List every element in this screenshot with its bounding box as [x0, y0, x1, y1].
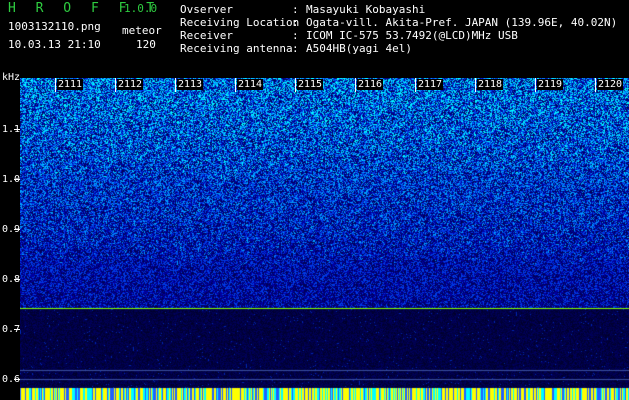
time-tick [115, 78, 116, 92]
time-label: 2115 [297, 79, 324, 90]
time-tick [175, 78, 176, 92]
meta-colon: : [292, 16, 299, 29]
meta-key: Receiving antenna [180, 42, 293, 55]
meta-colon: : [292, 42, 299, 55]
meta-value: Ogata-vill. Akita-Pref. JAPAN (139.96E, … [306, 16, 618, 29]
observation-mode: meteor [122, 24, 162, 37]
time-label: 2111 [57, 79, 84, 90]
meta-row-receiver: Receiver: ICOM IC-575 53.7492(@LCD)MHz US… [180, 29, 518, 43]
observation-datetime: 10.03.13 21:10 [8, 38, 101, 51]
time-tick [55, 78, 56, 92]
spectrogram [20, 78, 629, 400]
meta-key: Receiving Location [180, 16, 300, 29]
file-name: 1003132110.png [8, 20, 101, 33]
meta-value: ICOM IC-575 53.7492(@LCD)MHz USB [306, 29, 518, 42]
time-label: 2118 [477, 79, 504, 90]
meta-row-location: Receiving Location: Ogata-vill. Akita-Pre… [180, 16, 617, 30]
time-tick [295, 78, 296, 92]
time-label: 2120 [597, 79, 624, 90]
meta-row-antenna: Receiving antenna: A504HB(yagi 4el) [180, 42, 412, 56]
time-tick [415, 78, 416, 92]
time-tick [475, 78, 476, 92]
meta-value: A504HB(yagi 4el) [306, 42, 412, 55]
time-label: 2116 [357, 79, 384, 90]
time-label: 2114 [237, 79, 264, 90]
meta-key: Ovserver [180, 3, 233, 16]
time-label: 2113 [177, 79, 204, 90]
time-tick [355, 78, 356, 92]
meta-value: Masayuki Kobayashi [306, 3, 426, 16]
time-tick [235, 78, 236, 92]
time-label: 2119 [537, 79, 564, 90]
meta-colon: : [292, 3, 299, 16]
time-tick [535, 78, 536, 92]
time-label: 2117 [417, 79, 444, 90]
meta-row-observer: Ovserver: Masayuki Kobayashi [180, 3, 425, 17]
meta-key: Receiver [180, 29, 233, 42]
meteor-count: 120 [136, 38, 156, 51]
meta-colon: : [292, 29, 299, 42]
time-tick [595, 78, 596, 92]
app-version: 1.0.0 [124, 2, 158, 15]
y-axis-unit: kHz [2, 72, 21, 83]
time-label: 2112 [117, 79, 144, 90]
